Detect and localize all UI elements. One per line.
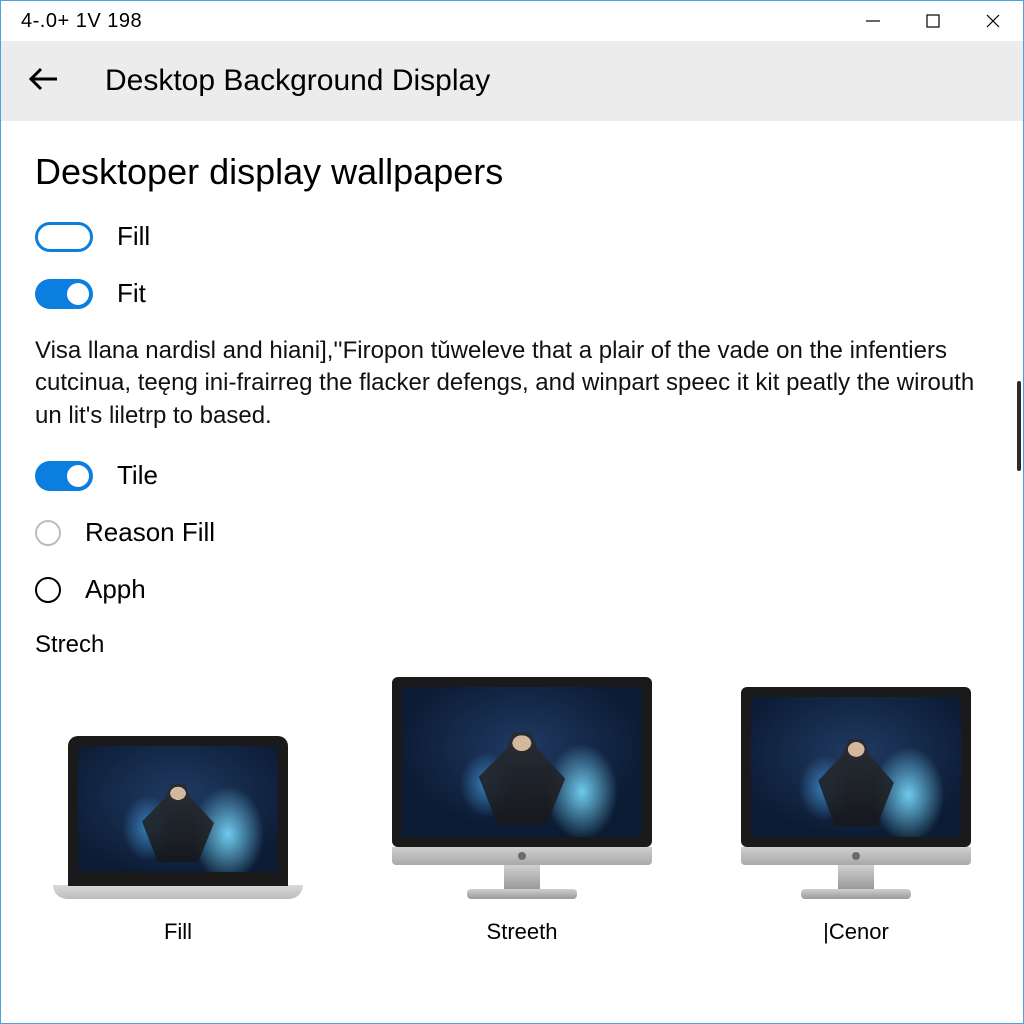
description-text: Visa llana nardisl and hiani],''Firopon … bbox=[35, 335, 989, 432]
apph-label: Apph bbox=[85, 574, 146, 605]
laptop-screen bbox=[68, 736, 288, 886]
maximize-icon bbox=[925, 13, 941, 29]
monitor-stand bbox=[504, 865, 540, 889]
option-apph[interactable]: Apph bbox=[35, 574, 989, 605]
main-content: Desktoper display wallpapers Fill Fit Vi… bbox=[1, 121, 1023, 945]
header-bar: Desktop Background Display bbox=[1, 41, 1023, 121]
option-fit[interactable]: Fit bbox=[35, 278, 989, 309]
tile-toggle[interactable] bbox=[35, 461, 93, 491]
fit-toggle[interactable] bbox=[35, 279, 93, 309]
back-arrow-icon bbox=[27, 66, 61, 92]
fill-label: Fill bbox=[117, 221, 150, 252]
monitor-screen bbox=[392, 677, 652, 847]
scrollbar-thumb[interactable] bbox=[1017, 381, 1021, 471]
titlebar-text: 4-.0+ 1V 198 bbox=[21, 10, 142, 33]
window-titlebar: 4-.0+ 1V 198 bbox=[1, 1, 1023, 41]
preview-streeth[interactable]: Streeth bbox=[392, 677, 652, 945]
monitor-screen bbox=[741, 687, 971, 847]
option-reason-fill[interactable]: Reason Fill bbox=[35, 517, 989, 548]
fit-label: Fit bbox=[117, 278, 146, 309]
preview-row: Fill Streeth bbox=[35, 677, 989, 945]
preview-cenor[interactable]: |Cenor bbox=[741, 687, 971, 945]
window-controls bbox=[843, 1, 1023, 41]
option-fill[interactable]: Fill bbox=[35, 221, 989, 252]
preview-fill-caption: Fill bbox=[164, 919, 192, 945]
laptop-base bbox=[53, 885, 303, 899]
monitor-device bbox=[392, 677, 652, 899]
close-button[interactable] bbox=[963, 1, 1023, 41]
tile-label: Tile bbox=[117, 460, 158, 491]
strech-label: Strech bbox=[35, 631, 989, 659]
monitor-chin bbox=[392, 847, 652, 865]
maximize-button[interactable] bbox=[903, 1, 963, 41]
close-icon bbox=[984, 12, 1002, 30]
option-tile[interactable]: Tile bbox=[35, 460, 989, 491]
minimize-button[interactable] bbox=[843, 1, 903, 41]
monitor-stand bbox=[838, 865, 874, 889]
monitor-chin bbox=[741, 847, 971, 865]
monitor-device-narrow bbox=[741, 687, 971, 899]
apph-radio[interactable] bbox=[35, 577, 61, 603]
preview-cenor-caption: |Cenor bbox=[823, 919, 889, 945]
reason-fill-radio[interactable] bbox=[35, 520, 61, 546]
preview-fill[interactable]: Fill bbox=[53, 736, 303, 945]
minimize-icon bbox=[864, 12, 882, 30]
page-title: Desktoper display wallpapers bbox=[35, 151, 989, 193]
preview-streeth-caption: Streeth bbox=[487, 919, 558, 945]
reason-fill-label: Reason Fill bbox=[85, 517, 215, 548]
monitor-foot bbox=[467, 889, 577, 899]
header-title: Desktop Background Display bbox=[105, 64, 490, 98]
back-button[interactable] bbox=[27, 66, 61, 97]
fill-toggle[interactable] bbox=[35, 222, 93, 252]
monitor-foot bbox=[801, 889, 911, 899]
laptop-device bbox=[53, 736, 303, 899]
